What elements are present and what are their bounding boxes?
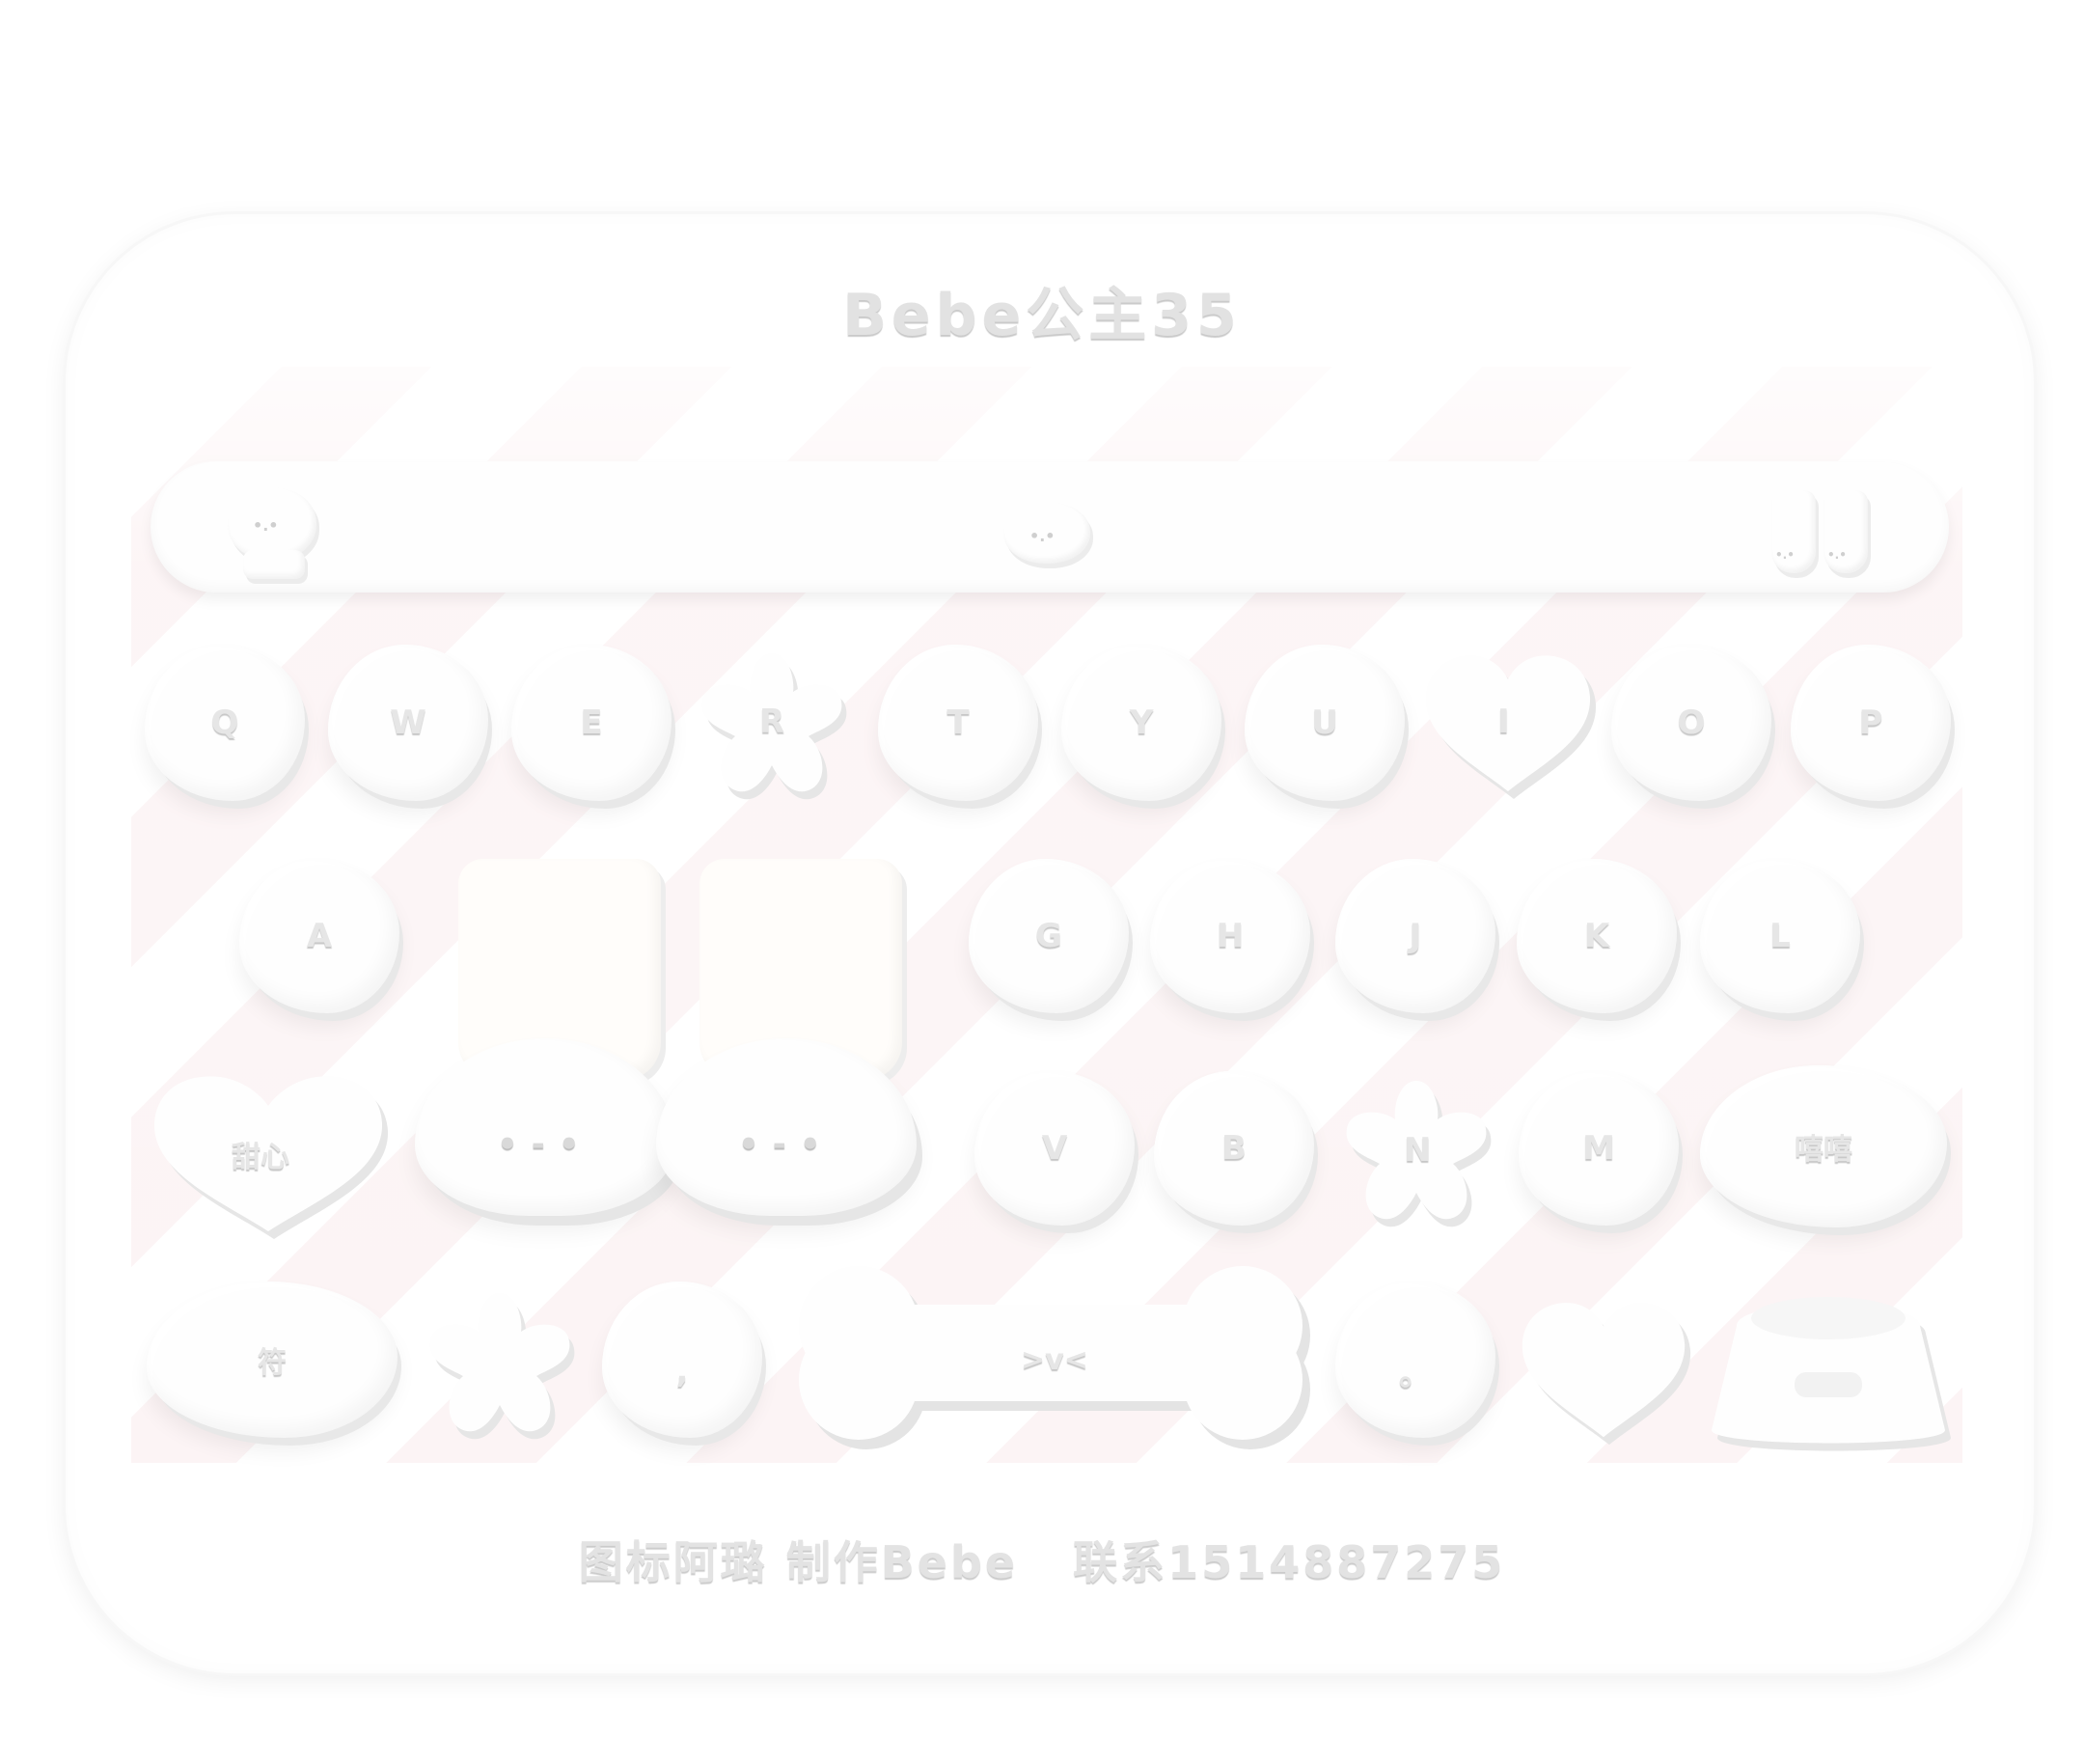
key-label: V (1041, 1129, 1068, 1168)
key-label: 。 (1399, 1354, 1432, 1393)
puppy-face-left: •.• (253, 516, 279, 535)
key-n-label: N (1404, 1131, 1432, 1170)
space-face: >v< (1021, 1343, 1088, 1377)
key-label: P (1858, 703, 1883, 742)
key-o[interactable]: O (1611, 645, 1771, 801)
key-label: U (1311, 703, 1338, 742)
key-a[interactable]: A (239, 859, 399, 1013)
cloud-face-right: •-• (738, 1125, 835, 1164)
key-l[interactable]: L (1700, 859, 1860, 1013)
emoji-key[interactable] (413, 1282, 587, 1446)
key-hehe[interactable]: 嘻嘻 (1700, 1065, 1947, 1227)
key-label: H (1216, 917, 1245, 955)
key-label: W (390, 703, 426, 742)
key-i-label: I (1497, 703, 1510, 741)
key-q[interactable]: Q (145, 645, 305, 801)
key-label: 符 (258, 1346, 287, 1380)
key-w[interactable]: W (328, 645, 488, 801)
key-e[interactable]: E (511, 645, 672, 801)
key-period[interactable]: 。 (1335, 1282, 1495, 1438)
cloud-face-left: •-• (497, 1125, 593, 1164)
page-title: Bebe公主35 (842, 282, 1242, 349)
key-sweetheart-label: 甜心 (232, 1141, 289, 1174)
key-label: 嘻嘻 (1795, 1133, 1852, 1167)
credits-footer: 图标阿璐 制作Bebe 联系1514887275 (578, 1536, 1506, 1588)
key-h[interactable]: H (1150, 859, 1310, 1013)
key-v[interactable]: V (974, 1071, 1135, 1226)
key-u[interactable]: U (1245, 645, 1405, 801)
key-label: Y (1129, 703, 1154, 742)
puppy-face-right-1: •.• (1775, 548, 1795, 562)
key-label: T (946, 703, 970, 742)
key-label: L (1769, 917, 1791, 955)
key-label: J (1409, 917, 1422, 955)
key-comma[interactable]: , (602, 1282, 762, 1438)
puppy-face-right-2: •.• (1827, 548, 1847, 562)
key-label: E (580, 703, 603, 742)
key-label: K (1583, 917, 1610, 955)
puppy-sticker-left-legs (243, 550, 305, 579)
key-label: A (306, 917, 333, 955)
key-label: M (1582, 1129, 1615, 1168)
key-b[interactable]: B (1154, 1071, 1314, 1226)
key-k[interactable]: K (1517, 859, 1677, 1013)
puppy-face-middle: •.• (1029, 527, 1056, 545)
key-j[interactable]: J (1335, 859, 1495, 1013)
key-heart[interactable] (1513, 1293, 1694, 1447)
key-label: G (1035, 917, 1062, 955)
key-g[interactable]: G (969, 859, 1129, 1013)
key-t[interactable]: T (878, 645, 1038, 801)
dog-bowl-enter-key[interactable] (1698, 1258, 1959, 1461)
key-label: O (1677, 703, 1706, 742)
key-m[interactable]: M (1519, 1071, 1679, 1226)
key-r-label: R (759, 703, 785, 741)
key-y[interactable]: Y (1061, 645, 1221, 801)
key-p[interactable]: P (1791, 645, 1951, 801)
key-label: , (675, 1352, 689, 1391)
key-label: Q (210, 703, 239, 742)
key-label: B (1221, 1129, 1247, 1168)
key-symbols[interactable]: 符 (147, 1282, 398, 1438)
